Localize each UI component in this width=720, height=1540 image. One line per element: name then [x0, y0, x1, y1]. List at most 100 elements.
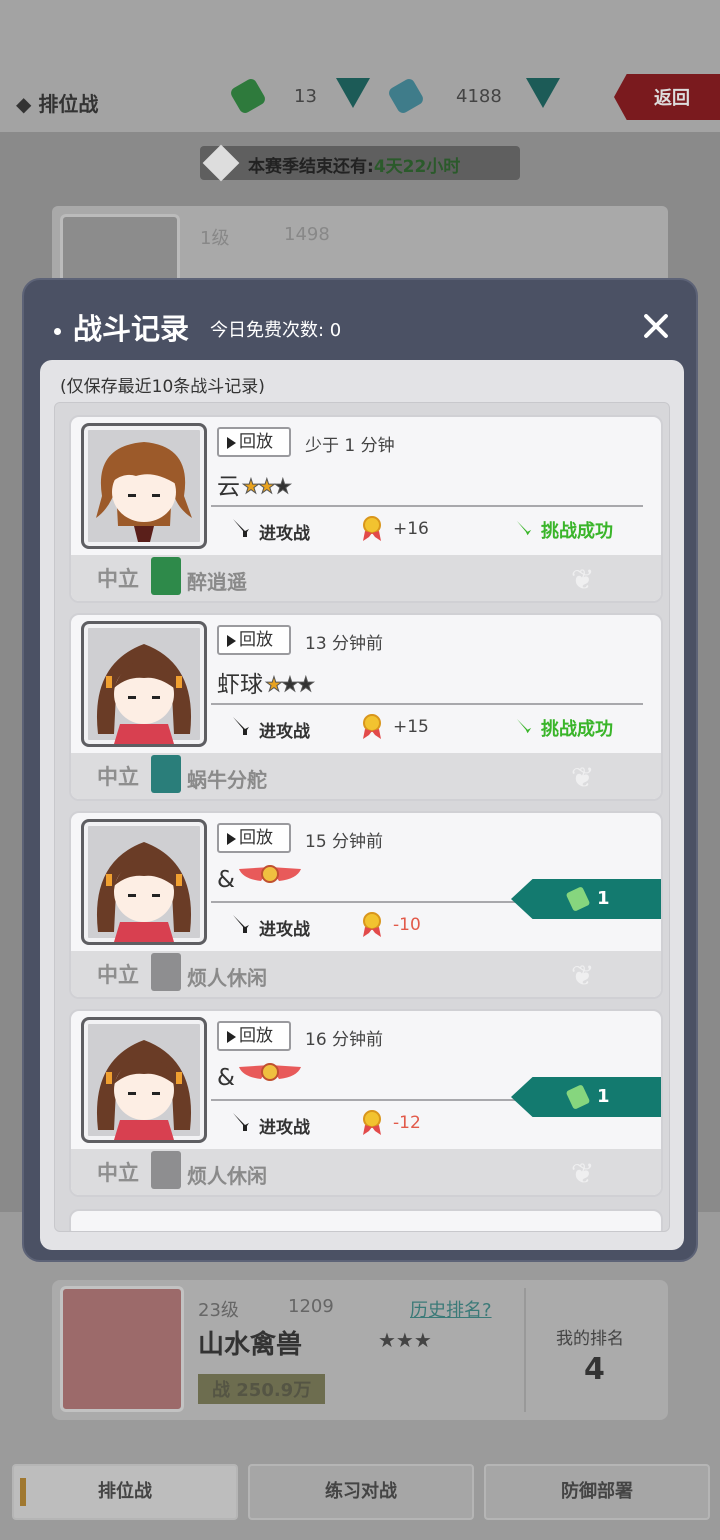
opponent-stars: ★★★: [265, 672, 316, 697]
sword-icon: [516, 520, 532, 536]
record-time: 13 分钟前: [305, 634, 384, 654]
history-rank-link[interactable]: 历史排名?: [410, 1296, 492, 1322]
top-rank-card[interactable]: 1级 1498: [52, 206, 668, 304]
add-crystal-icon[interactable]: [526, 78, 560, 108]
guild-name: 烦人休闲: [187, 966, 267, 990]
score-change: +16: [393, 519, 429, 539]
my-stars: ★★★: [378, 1328, 432, 1352]
list-item: [69, 1209, 663, 1231]
list-item: 回放 少于 1 分钟 云 ★★★ 进攻战 +16 挑战成功 中立 醉逍遥 ❦: [69, 415, 663, 603]
opponent-avatar[interactable]: [81, 621, 207, 747]
battle-type: 进攻战: [259, 1118, 310, 1138]
my-name: 山水禽兽: [198, 1330, 303, 1360]
record-time: 16 分钟前: [305, 1030, 384, 1050]
ticket-cost: 1: [597, 888, 610, 909]
record-footer: 中立 烦人休闲 ❦: [71, 951, 661, 997]
my-avatar: [60, 1286, 184, 1412]
record-footer: 中立 烦人休闲 ❦: [71, 1149, 661, 1195]
score-change: +15: [393, 717, 429, 737]
back-button[interactable]: 返回: [614, 74, 720, 120]
revenge-button[interactable]: 1: [511, 879, 661, 919]
mode-title: ◆ 排位战: [16, 92, 99, 116]
record-list[interactable]: 回放 少于 1 分钟 云 ★★★ 进攻战 +16 挑战成功 中立 醉逍遥 ❦ 回…: [54, 402, 670, 1232]
opponent-name: 虾球 ★★★: [217, 672, 316, 699]
tab-practice[interactable]: 练习对战: [248, 1464, 474, 1520]
my-rank-box: 我的排名 4: [524, 1288, 660, 1412]
close-icon[interactable]: [640, 310, 672, 342]
guild-name: 醉逍遥: [187, 570, 247, 594]
my-power: 战 250.9万: [198, 1374, 326, 1404]
season-timer: 本赛季结束还有:4天22小时: [200, 144, 520, 182]
record-time: 少于 1 分钟: [305, 436, 395, 456]
leaf-decoration-icon: ❦: [571, 563, 595, 596]
faction-label: 中立: [97, 567, 139, 591]
top-points: 1498: [284, 224, 330, 245]
warning-icon: [202, 144, 240, 182]
battle-record-modal: 战斗记录 今日免费次数: 0 (仅保存最近10条战斗记录) 回放 少于 1 分钟: [22, 278, 698, 1262]
opponent-stars: ★★★: [242, 474, 293, 499]
tab-defense[interactable]: 防御部署: [484, 1464, 710, 1520]
sword-icon: [233, 1113, 249, 1131]
opponent-avatar[interactable]: [81, 819, 207, 945]
revenge-button[interactable]: 1: [511, 1077, 661, 1117]
opponent-name: &: [217, 1061, 303, 1091]
score-change: -10: [393, 915, 421, 935]
faction-label: 中立: [97, 1161, 139, 1185]
list-item: 回放 13 分钟前 虾球 ★★★ 进攻战 +15 挑战成功 中立 蜗牛分舵 ❦: [69, 613, 663, 801]
my-rank-card: 23级 1209 历史排名? 山水禽兽 ★★★ 战 250.9万 我的排名 4: [52, 1280, 668, 1420]
sword-icon: [233, 519, 249, 537]
my-rank-label: 我的排名: [556, 1329, 624, 1349]
replay-button[interactable]: 回放: [217, 1021, 291, 1051]
winged-rank-badge-icon: [238, 1063, 301, 1081]
ticket-cost: 1: [597, 1086, 610, 1107]
tab-ranked[interactable]: 排位战: [12, 1464, 238, 1520]
add-ticket-icon[interactable]: [336, 78, 370, 108]
medal-icon: [363, 516, 381, 541]
battle-type: 进攻战: [259, 920, 310, 940]
medal-icon: [363, 912, 381, 937]
medal-icon: [363, 714, 381, 739]
my-points: 1209: [288, 1296, 334, 1317]
opponent-avatar[interactable]: [81, 1017, 207, 1143]
top-bar: [0, 0, 720, 132]
ticket-count: 13: [294, 86, 317, 107]
faction-label: 中立: [97, 963, 139, 987]
sword-icon: [516, 718, 532, 734]
replay-button[interactable]: 回放: [217, 625, 291, 655]
battle-result: 挑战成功: [516, 715, 613, 741]
tab-bar: 排位战 练习对战 防御部署: [0, 1456, 720, 1540]
battle-type: 进攻战: [259, 722, 310, 742]
faction-label: 中立: [97, 765, 139, 789]
record-footer: 中立 蜗牛分舵 ❦: [71, 753, 661, 799]
opponent-name: 云 ★★★: [217, 474, 293, 501]
replay-button[interactable]: 回放: [217, 427, 291, 457]
winged-rank-badge-icon: [238, 865, 301, 883]
season-value: 4天22小时: [373, 157, 461, 177]
battle-result: 挑战成功: [516, 517, 613, 543]
sword-icon: [233, 717, 249, 735]
replay-button[interactable]: 回放: [217, 823, 291, 853]
ticket-icon: [565, 1084, 591, 1110]
score-change: -12: [393, 1113, 421, 1133]
guild-flag-icon: [151, 953, 181, 991]
opponent-name: &: [217, 863, 303, 893]
leaf-decoration-icon: ❦: [571, 761, 595, 794]
battle-type: 进攻战: [259, 524, 310, 544]
record-time: 15 分钟前: [305, 832, 384, 852]
my-level: 23级: [198, 1300, 239, 1321]
record-footer: 中立 醉逍遥 ❦: [71, 555, 661, 601]
sword-icon: [233, 915, 249, 933]
top-level: 1级: [200, 228, 230, 249]
list-item: 回放 16 分钟前 & 进攻战 -12 1 中立 烦人休闲 ❦: [69, 1009, 663, 1197]
leaf-decoration-icon: ❦: [571, 959, 595, 992]
guild-name: 烦人休闲: [187, 1164, 267, 1188]
free-count: 今日免费次数: 0: [210, 320, 342, 341]
guild-flag-icon: [151, 557, 181, 595]
back-label: 返回: [654, 88, 690, 109]
guild-flag-icon: [151, 1151, 181, 1189]
record-note: (仅保存最近10条战斗记录): [60, 377, 265, 397]
opponent-avatar[interactable]: [81, 423, 207, 549]
modal-title: 战斗记录: [54, 306, 189, 348]
leaf-decoration-icon: ❦: [571, 1157, 595, 1190]
season-text: 本赛季结束还有:4天22小时: [248, 152, 460, 177]
